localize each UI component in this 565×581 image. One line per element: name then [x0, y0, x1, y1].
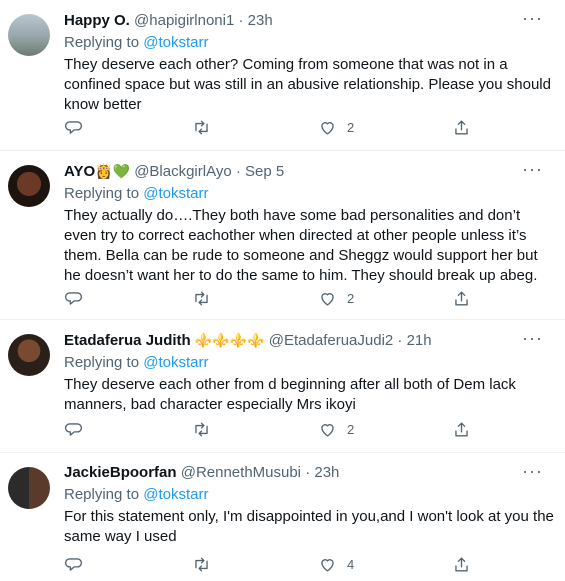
- display-name[interactable]: AYO: [64, 163, 95, 180]
- like-count: 2: [347, 422, 355, 437]
- replying-prefix: Replying to: [64, 486, 144, 503]
- retweet-icon: [192, 289, 211, 308]
- share-button[interactable]: [452, 420, 492, 439]
- name-badges: 👸💚: [95, 163, 131, 179]
- tweet-header: Happy O. @hapigirlnoni1 · 23h: [64, 10, 555, 31]
- retweet-button[interactable]: [192, 555, 318, 574]
- tweet-header: AYO👸💚 @BlackgirlAyo · Sep 5: [64, 161, 555, 182]
- reply-icon: [64, 289, 83, 308]
- retweet-icon: [192, 420, 211, 439]
- reply-icon: [64, 555, 83, 574]
- tweet-actions: 2: [64, 289, 494, 308]
- retweet-button[interactable]: [192, 289, 318, 308]
- replying-prefix: Replying to: [64, 185, 144, 202]
- separator: ·: [235, 163, 241, 180]
- display-name[interactable]: Happy O.: [64, 12, 130, 29]
- timestamp[interactable]: 23h: [314, 464, 339, 481]
- like-icon: [318, 420, 337, 439]
- tweet-actions: 2: [64, 420, 494, 439]
- separator: ·: [305, 464, 311, 481]
- reply-icon: [64, 420, 83, 439]
- name-badges: ⚜️⚜️⚜️⚜️: [194, 332, 265, 348]
- replying-user-link[interactable]: @tokstarr: [143, 34, 208, 51]
- retweet-button[interactable]: [192, 118, 318, 137]
- share-icon: [452, 555, 471, 574]
- separator: ·: [238, 12, 244, 29]
- share-icon: [452, 289, 471, 308]
- share-icon: [452, 420, 471, 439]
- avatar[interactable]: [8, 334, 50, 376]
- share-button[interactable]: [452, 555, 492, 574]
- replying-prefix: Replying to: [64, 354, 144, 371]
- tweet-text: They deserve each other? Coming from som…: [64, 56, 551, 113]
- like-count: 2: [347, 291, 355, 306]
- like-button[interactable]: 4: [318, 555, 452, 574]
- like-button[interactable]: 2: [318, 420, 452, 439]
- replying-to: Replying to @tokstarr: [64, 33, 555, 53]
- share-icon: [452, 118, 471, 137]
- user-handle[interactable]: @BlackgirlAyo: [134, 163, 232, 180]
- replying-user-link[interactable]: @tokstarr: [143, 185, 208, 202]
- tweet[interactable]: ··· JackieBpoorfan @RennethMusubi · 23h …: [0, 453, 565, 581]
- like-icon: [318, 555, 337, 574]
- replying-user-link[interactable]: @tokstarr: [143, 486, 208, 503]
- avatar[interactable]: [8, 467, 50, 509]
- tweet[interactable]: ··· AYO👸💚 @BlackgirlAyo · Sep 5 Replying…: [0, 151, 565, 320]
- user-handle[interactable]: @hapigirlnoni1: [134, 12, 234, 29]
- retweet-icon: [192, 118, 211, 137]
- replying-prefix: Replying to: [64, 34, 144, 51]
- tweet-text: They deserve each other from d beginning…: [64, 376, 516, 413]
- like-icon: [318, 289, 337, 308]
- separator: ·: [397, 332, 403, 349]
- reply-button[interactable]: [64, 289, 192, 308]
- retweet-icon: [192, 555, 211, 574]
- tweet-actions: 2: [64, 118, 494, 137]
- reply-button[interactable]: [64, 118, 192, 137]
- tweet[interactable]: ··· Etadaferua Judith ⚜️⚜️⚜️⚜️ @Etadafer…: [0, 320, 565, 453]
- tweet-text: For this statement only, I'm disappointe…: [64, 508, 554, 545]
- retweet-button[interactable]: [192, 420, 318, 439]
- reply-button[interactable]: [64, 555, 192, 574]
- tweet-header: Etadaferua Judith ⚜️⚜️⚜️⚜️ @EtadaferuaJu…: [64, 330, 555, 351]
- timestamp[interactable]: Sep 5: [245, 163, 284, 180]
- reply-icon: [64, 118, 83, 137]
- like-count: 4: [347, 557, 355, 572]
- avatar[interactable]: [8, 165, 50, 207]
- timestamp[interactable]: 21h: [407, 332, 432, 349]
- tweet-text: They actually do….They both have some ba…: [64, 207, 538, 284]
- like-count: 2: [347, 120, 355, 135]
- timestamp[interactable]: 23h: [248, 12, 273, 29]
- user-handle[interactable]: @EtadaferuaJudi2: [269, 332, 393, 349]
- reply-button[interactable]: [64, 420, 192, 439]
- replying-to: Replying to @tokstarr: [64, 184, 555, 204]
- display-name[interactable]: Etadaferua Judith: [64, 332, 191, 349]
- tweet-header: JackieBpoorfan @RennethMusubi · 23h: [64, 463, 555, 483]
- user-handle[interactable]: @RennethMusubi: [181, 464, 301, 481]
- tweet-actions: 4: [64, 555, 494, 574]
- reply-feed: · · · Happy O. @hapigirlnoni1 · 23h Replyi…: [0, 0, 565, 581]
- like-icon: [318, 118, 337, 137]
- replying-to: Replying to @tokstarr: [64, 485, 555, 505]
- like-button[interactable]: 2: [318, 289, 452, 308]
- replying-to: Replying to @tokstarr: [64, 353, 555, 373]
- share-button[interactable]: [452, 289, 492, 308]
- display-name[interactable]: JackieBpoorfan: [64, 464, 177, 481]
- like-button[interactable]: 2: [318, 118, 452, 137]
- tweet[interactable]: ··· Happy O. @hapigirlnoni1 · 23h Replyi…: [0, 0, 565, 151]
- share-button[interactable]: [452, 118, 492, 137]
- avatar[interactable]: [8, 14, 50, 56]
- replying-user-link[interactable]: @tokstarr: [143, 354, 208, 371]
